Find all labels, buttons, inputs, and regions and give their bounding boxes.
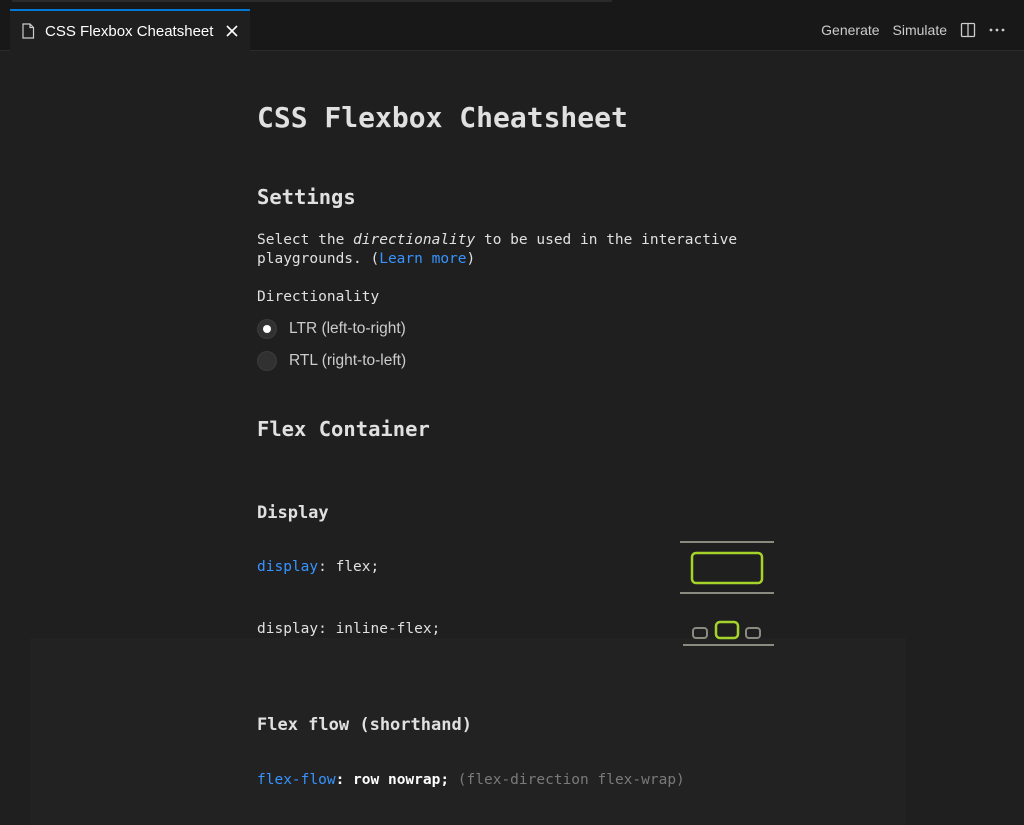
radio-rtl-label: RTL (right-to-left) [289, 352, 407, 369]
tab-css-flexbox-cheatsheet[interactable]: CSS Flexbox Cheatsheet [10, 9, 250, 51]
generate-button[interactable]: Generate [821, 22, 879, 38]
close-icon[interactable] [225, 24, 239, 38]
display-inline-flex-code: display: inline-flex; [257, 621, 441, 637]
flex-flow-property: flex-flow [257, 772, 336, 788]
learn-more-link[interactable]: Learn more [379, 251, 466, 267]
simulate-button[interactable]: Simulate [893, 22, 947, 38]
split-editor-icon[interactable] [960, 22, 976, 38]
radio-rtl[interactable]: RTL (right-to-left) [257, 350, 406, 372]
window-top-strip [0, 0, 1024, 9]
display-flex-diagram [680, 541, 774, 594]
display-flex-code: display: flex; [257, 559, 379, 575]
flex-flow-value: row nowrap; [344, 772, 450, 788]
display-flex-property: display [257, 559, 319, 575]
display-inline-flex-diagram [683, 620, 774, 646]
more-actions-icon[interactable] [988, 22, 1006, 38]
settings-text-close: ) [466, 251, 476, 267]
directionality-label: Directionality [257, 289, 380, 305]
settings-description: Select the directionality to be used in … [257, 231, 777, 269]
file-icon [22, 23, 35, 39]
settings-heading: Settings [257, 185, 356, 209]
flex-flow-heading: Flex flow (shorthand) [257, 715, 472, 735]
display-flex-value: flex; [326, 559, 380, 575]
display-flex-sep: : [318, 559, 327, 575]
radio-ltr[interactable]: LTR (left-to-right) [257, 318, 406, 340]
settings-text-emphasis: directionality [353, 232, 476, 248]
flex-flow-sep: : [335, 772, 345, 788]
editor-actions: Generate Simulate [821, 9, 1018, 51]
page-title: CSS Flexbox Cheatsheet [257, 101, 628, 134]
flex-flow-code: flex-flow: row nowrap; (flex-direction f… [257, 772, 685, 788]
flex-flow-comment: (flex-direction flex-wrap) [449, 772, 685, 788]
editor-area: CSS Flexbox Cheatsheet Settings Select t… [10, 51, 1016, 825]
radio-selected-dot [263, 325, 271, 333]
flex-container-heading: Flex Container [257, 417, 430, 441]
top-strip-line [12, 0, 612, 2]
radio-ltr-button[interactable] [257, 319, 277, 339]
radio-ltr-label: LTR (left-to-right) [289, 320, 406, 337]
settings-text-before: Select the [257, 232, 354, 248]
display-heading: Display [257, 503, 329, 523]
tab-label: CSS Flexbox Cheatsheet [45, 22, 214, 40]
radio-rtl-button[interactable] [257, 351, 277, 371]
